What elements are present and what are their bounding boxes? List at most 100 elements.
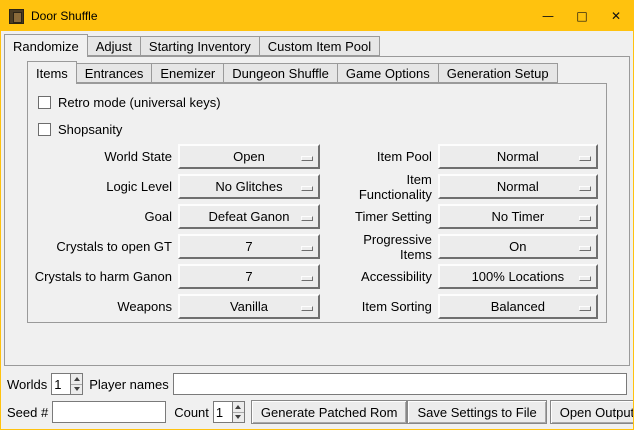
window-controls: — □ ✕: [531, 1, 633, 31]
spinner-buttons: [70, 373, 83, 395]
progressive-items-dropdown[interactable]: On: [438, 234, 598, 259]
field-label: World State: [32, 149, 172, 164]
spinner-buttons: [232, 401, 245, 423]
field-label: Weapons: [32, 299, 172, 314]
count-label: Count: [174, 405, 209, 420]
form-row: Item Sorting Balanced: [332, 294, 602, 319]
timer-setting-dropdown[interactable]: No Timer: [438, 204, 598, 229]
dropdown-value: Open: [233, 149, 265, 164]
dropdown-indicator-icon: [301, 156, 313, 161]
minimize-icon[interactable]: —: [531, 1, 565, 31]
generate-rom-button[interactable]: Generate Patched Rom: [251, 400, 408, 424]
maximize-icon[interactable]: □: [565, 1, 599, 31]
field-label: Item Sorting: [332, 299, 432, 314]
tab-adjust[interactable]: Adjust: [87, 36, 141, 56]
dropdown-indicator-icon: [301, 306, 313, 311]
dropdown-indicator-icon: [579, 216, 591, 221]
dropdown-indicator-icon: [301, 246, 313, 251]
spin-up-icon[interactable]: [233, 402, 244, 412]
dropdown-indicator-icon: [579, 156, 591, 161]
form-row: Accessibility 100% Locations: [332, 264, 602, 289]
field-label: Progressive Items: [332, 232, 432, 262]
crystals-open-gt-dropdown[interactable]: 7: [178, 234, 320, 259]
close-icon[interactable]: ✕: [599, 1, 633, 31]
tab-randomize[interactable]: Randomize: [4, 34, 88, 57]
dropdown-indicator-icon: [301, 186, 313, 191]
options-column-right: Item Pool Normal Item Functionality Norm…: [332, 144, 602, 324]
worlds-input[interactable]: [51, 373, 70, 395]
field-label: Crystals to harm Ganon: [32, 269, 172, 284]
dropdown-value: No Glitches: [215, 179, 282, 194]
bottom-row-1: Worlds Player names: [7, 372, 627, 396]
item-pool-dropdown[interactable]: Normal: [438, 144, 598, 169]
tab-dungeon-shuffle[interactable]: Dungeon Shuffle: [223, 63, 338, 83]
dropdown-indicator-icon: [579, 276, 591, 281]
tab-entrances[interactable]: Entrances: [76, 63, 153, 83]
tab-enemizer[interactable]: Enemizer: [151, 63, 224, 83]
dropdown-value: Vanilla: [230, 299, 268, 314]
dropdown-indicator-icon: [579, 246, 591, 251]
dropdown-value: Balanced: [491, 299, 545, 314]
bottom-bar: Worlds Player names Seed # Count: [1, 372, 633, 429]
field-label: Timer Setting: [332, 209, 432, 224]
field-label: Item Pool: [332, 149, 432, 164]
checkbox-label: Shopsanity: [58, 122, 122, 137]
seed-input[interactable]: [52, 401, 166, 423]
goal-dropdown[interactable]: Defeat Ganon: [178, 204, 320, 229]
dropdown-value: No Timer: [491, 209, 544, 224]
tab-items[interactable]: Items: [27, 61, 77, 84]
spin-down-icon[interactable]: [233, 412, 244, 423]
options-form: World State Open Logic Level No Glitches: [28, 144, 606, 324]
options-column-left: World State Open Logic Level No Glitches: [32, 144, 324, 324]
count-input[interactable]: [213, 401, 232, 423]
seed-label: Seed #: [7, 405, 48, 420]
count-spinbox: [213, 401, 245, 423]
open-output-button[interactable]: Open Output Directory: [550, 400, 634, 424]
dropdown-indicator-icon: [579, 306, 591, 311]
tab-generation-setup[interactable]: Generation Setup: [438, 63, 558, 83]
item-functionality-dropdown[interactable]: Normal: [438, 174, 598, 199]
outer-tab-bar: Randomize Adjust Starting Inventory Cust…: [4, 34, 633, 56]
randomize-pane: Items Entrances Enemizer Dungeon Shuffle…: [4, 56, 630, 366]
tab-custom-item-pool[interactable]: Custom Item Pool: [259, 36, 380, 56]
retro-mode-checkbox[interactable]: Retro mode (universal keys): [38, 90, 606, 114]
spin-up-icon[interactable]: [71, 374, 82, 384]
world-state-dropdown[interactable]: Open: [178, 144, 320, 169]
window-title: Door Shuffle: [31, 9, 98, 23]
item-sorting-dropdown[interactable]: Balanced: [438, 294, 598, 319]
crystals-harm-ganon-dropdown[interactable]: 7: [178, 264, 320, 289]
checkbox-label: Retro mode (universal keys): [58, 95, 221, 110]
player-names-input[interactable]: [173, 373, 627, 395]
field-label: Crystals to open GT: [32, 239, 172, 254]
inner-tab-bar: Items Entrances Enemizer Dungeon Shuffle…: [27, 61, 629, 83]
dropdown-indicator-icon: [301, 276, 313, 281]
field-label: Accessibility: [332, 269, 432, 284]
accessibility-dropdown[interactable]: 100% Locations: [438, 264, 598, 289]
window: Door Shuffle — □ ✕ Randomize Adjust Star…: [0, 0, 634, 430]
dropdown-value: Normal: [497, 149, 539, 164]
weapons-dropdown[interactable]: Vanilla: [178, 294, 320, 319]
dropdown-value: 7: [245, 239, 252, 254]
field-label: Item Functionality: [332, 172, 432, 202]
shopsanity-checkbox[interactable]: Shopsanity: [38, 117, 606, 141]
logic-level-dropdown[interactable]: No Glitches: [178, 174, 320, 199]
form-row: Crystals to harm Ganon 7: [32, 264, 324, 289]
dropdown-value: On: [509, 239, 526, 254]
form-row: Crystals to open GT 7: [32, 234, 324, 259]
dropdown-value: Defeat Ganon: [209, 209, 290, 224]
dropdown-indicator-icon: [579, 186, 591, 191]
form-row: Weapons Vanilla: [32, 294, 324, 319]
app-icon: [9, 9, 24, 24]
field-label: Goal: [32, 209, 172, 224]
player-names-label: Player names: [89, 377, 168, 392]
tab-starting-inventory[interactable]: Starting Inventory: [140, 36, 260, 56]
form-row: Progressive Items On: [332, 234, 602, 259]
dropdown-indicator-icon: [301, 216, 313, 221]
spin-down-icon[interactable]: [71, 384, 82, 395]
tab-game-options[interactable]: Game Options: [337, 63, 439, 83]
save-settings-button[interactable]: Save Settings to File: [407, 400, 546, 424]
form-row: Item Pool Normal: [332, 144, 602, 169]
bottom-row-2: Seed # Count Generate Patched Rom Save S…: [7, 400, 627, 424]
field-label: Logic Level: [32, 179, 172, 194]
checkbox-box-icon: [38, 123, 51, 136]
